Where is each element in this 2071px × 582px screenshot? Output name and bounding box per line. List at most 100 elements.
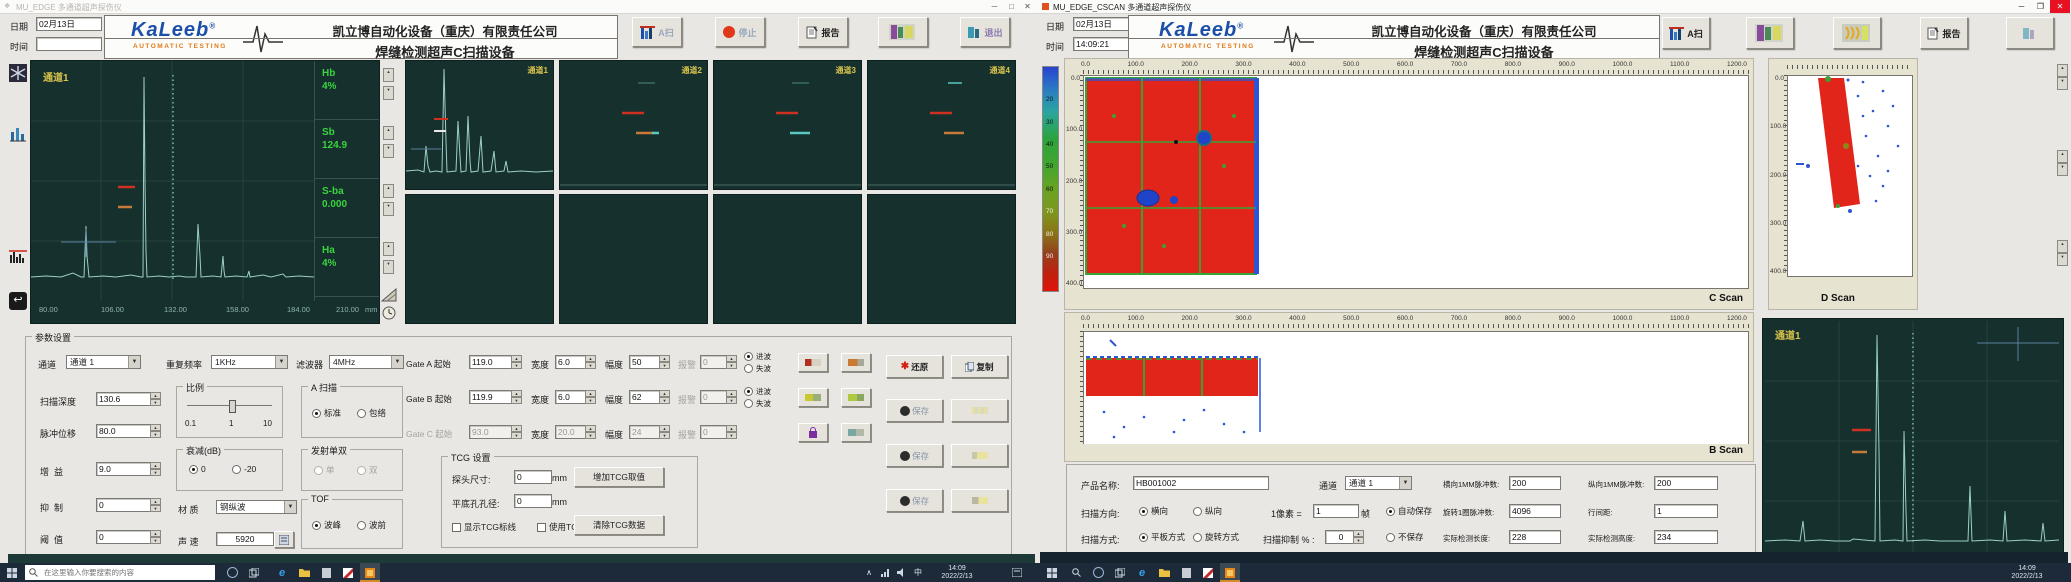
gate-b-waveout-radio[interactable]: 失波 <box>744 398 771 409</box>
autosave-radio[interactable]: 自动保存 <box>1386 505 1432 517</box>
edge-spinner[interactable]: ▲▼ <box>2057 240 2068 266</box>
close-button[interactable]: ✕ <box>1019 0 1036 13</box>
taskbar-search-box[interactable] <box>25 565 215 580</box>
gate-c-width-spinner[interactable]: ▲▼ <box>585 425 596 439</box>
h-pulse-field[interactable]: 200 <box>1509 476 1561 490</box>
gate-b-start-field[interactable]: 119.9 <box>469 390 515 404</box>
save-target-button-1[interactable] <box>951 399 1008 422</box>
speaker-icon[interactable] <box>894 563 908 582</box>
restore-button[interactable]: ✱还原 <box>886 355 943 378</box>
material-select[interactable]: 钢纵波▼ <box>216 500 297 514</box>
cscan-plot[interactable] <box>1083 75 1749 289</box>
mode-rotate-radio[interactable]: 旋转方式 <box>1193 531 1239 543</box>
start-button[interactable] <box>1040 563 1064 582</box>
gate-b-alarm-spinner[interactable]: ▲▼ <box>726 390 737 404</box>
gate-a-alarm-spinner[interactable]: ▲▼ <box>726 355 737 369</box>
gain-spinner[interactable]: ▲ <box>383 68 394 82</box>
start-button[interactable] <box>0 563 24 582</box>
chevron-down-icon[interactable]: ▼ <box>1399 477 1411 489</box>
gate-b-width-spinner[interactable]: ▲▼ <box>585 390 596 404</box>
app-red-icon[interactable] <box>338 563 358 582</box>
gate-b-start-spinner[interactable]: ▲▼ <box>511 390 522 404</box>
gate-a-start-field[interactable]: 119.0 <box>469 355 515 369</box>
gate-b-amp-field[interactable]: 62 <box>629 390 663 404</box>
cortana-icon[interactable] <box>1088 563 1108 582</box>
barchart-icon[interactable] <box>9 124 27 142</box>
atten-0-radio[interactable]: 0 <box>189 464 206 474</box>
velocity-calc-button[interactable] <box>274 531 294 548</box>
depth-spinner[interactable]: ▲▼ <box>150 392 161 406</box>
toolbar-image-button[interactable] <box>878 17 928 47</box>
rotate-pulse-field[interactable]: 4096 <box>1509 504 1561 518</box>
edge-icon[interactable]: e <box>1132 563 1152 582</box>
gate-a-start-spinner[interactable]: ▲▼ <box>511 355 522 369</box>
mini-scan-5[interactable] <box>405 194 554 324</box>
threshold-spinner[interactable]: ▲▼ <box>150 530 161 544</box>
prf-select[interactable]: 1KHz▼ <box>211 355 288 369</box>
undo-icon[interactable]: ↩ <box>9 292 27 310</box>
save-button-3[interactable]: 保存 <box>886 489 943 512</box>
dir-vertical-radio[interactable]: 纵向 <box>1193 505 1222 517</box>
gain-spinner[interactable]: ▼ <box>383 86 394 100</box>
save-target-button-2[interactable] <box>951 444 1008 467</box>
gate-a-wavein-radio[interactable]: 进波 <box>744 351 771 362</box>
dscan-plot[interactable] <box>1787 75 1913 277</box>
reject-field[interactable]: 0 <box>96 498 154 512</box>
gain-spinner[interactable]: ▲▼ <box>150 462 161 476</box>
mini-scan-2[interactable]: 通道2 <box>559 60 708 190</box>
chevron-down-icon[interactable]: ▼ <box>128 356 140 368</box>
gate-b-wavein-radio[interactable]: 进波 <box>744 386 771 397</box>
gate-a-waveout-radio[interactable]: 失波 <box>744 363 771 374</box>
gate-spinner[interactable]: ▲ <box>383 126 394 140</box>
toolbar-coil-button[interactable] <box>1833 17 1881 49</box>
app-active-icon[interactable] <box>360 563 380 582</box>
toolbar-report-button[interactable]: 报告 <box>798 17 848 47</box>
mini-scan-7[interactable] <box>713 194 862 324</box>
actual-length-field[interactable]: 228 <box>1509 530 1561 544</box>
task-view-icon[interactable] <box>244 563 264 582</box>
time-field[interactable] <box>36 37 102 51</box>
row-spacing-field[interactable]: 1 <box>1654 504 1718 518</box>
gain-field[interactable]: 9.0 <box>96 462 154 476</box>
gate-b-width-field[interactable]: 6.0 <box>555 390 589 404</box>
hole-diameter-field[interactable]: 0 <box>514 494 552 508</box>
channel-select[interactable]: 通道 1▼ <box>66 355 141 369</box>
gate-c-color-button[interactable] <box>841 423 871 442</box>
filter-select[interactable]: 4MHz▼ <box>329 355 404 369</box>
save-target-button-3[interactable] <box>951 489 1008 512</box>
probe-size-field[interactable]: 0 <box>514 470 552 484</box>
channel-select[interactable]: 通道 1▼ <box>1345 476 1412 490</box>
toolbar-report-button[interactable]: 报告 <box>1920 17 1968 49</box>
clock-tray[interactable]: 14:09 2022/2/13 <box>2000 563 2054 582</box>
atten-minus20-radio[interactable]: -20 <box>232 464 256 474</box>
show-tcg-checkbox[interactable]: 显示TCG标线 <box>452 521 516 533</box>
folder-icon[interactable] <box>294 563 314 582</box>
reject-spinner[interactable]: ▲▼ <box>150 498 161 512</box>
ascan-panel[interactable]: 通道1 Hb4% Sb124.9 S-ba0.000 Ha4% 80.00 10… <box>30 60 380 324</box>
gate-b-amp-spinner[interactable]: ▲▼ <box>659 390 670 404</box>
gate-spinner[interactable]: ▼ <box>383 260 394 274</box>
save-button-1[interactable]: 保存 <box>886 399 943 422</box>
app-active-icon[interactable] <box>1220 563 1240 582</box>
edge-spinner[interactable]: ▲▼ <box>2057 150 2068 176</box>
gate-spinner[interactable]: ▼ <box>383 202 394 216</box>
chevron-down-icon[interactable]: ▼ <box>391 356 403 368</box>
toolbar-ascan-button[interactable]: A扫 <box>632 17 682 47</box>
folder-icon[interactable] <box>1154 563 1174 582</box>
lock-button[interactable] <box>798 423 828 442</box>
right-ascan-panel[interactable]: 通道1 <box>1762 318 2064 565</box>
depth-field[interactable]: 130.6 <box>96 392 154 406</box>
gate-b-color-button2[interactable] <box>841 388 871 407</box>
clock-tray[interactable]: 14:09 2022/2/13 <box>930 563 984 582</box>
gate-a-color-button[interactable] <box>798 353 828 372</box>
maximize-button[interactable]: ❐ <box>2032 0 2049 13</box>
v-pulse-field[interactable]: 200 <box>1654 476 1718 490</box>
emit-double-radio[interactable]: 双 <box>357 464 378 476</box>
task-view-icon[interactable] <box>1110 563 1130 582</box>
toolbar-exit-button[interactable] <box>2006 17 2054 49</box>
tcg-clear-button[interactable]: 清除TCG数据 <box>574 515 664 535</box>
app-red-icon[interactable] <box>1198 563 1218 582</box>
close-button[interactable]: ✕ <box>2050 0 2070 13</box>
suppress-spinner[interactable]: ▲▼ <box>1353 530 1364 544</box>
search-input[interactable] <box>42 567 211 578</box>
